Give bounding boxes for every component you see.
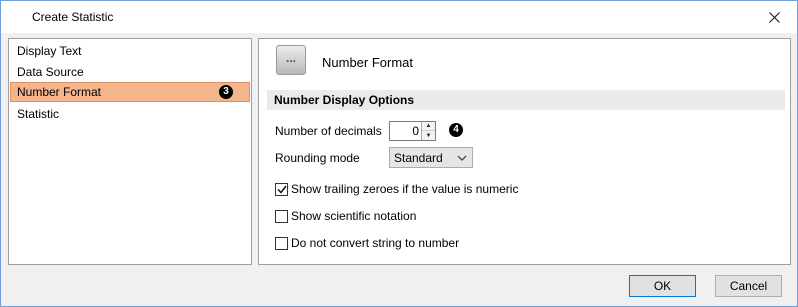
nav-item-label: Display Text [17, 44, 82, 58]
checkbox-label: Show trailing zeroes if the value is num… [291, 182, 519, 196]
nav-item-label: Statistic [17, 107, 60, 121]
close-button[interactable] [751, 1, 797, 33]
rounding-mode-select[interactable]: Standard [389, 147, 473, 168]
number-format-panel: ... Number Format Number Display Options… [258, 38, 791, 265]
nav-item-display-text[interactable]: Display Text [10, 41, 250, 61]
checkbox-box[interactable] [275, 209, 288, 223]
section-header: Number Display Options [267, 90, 785, 110]
close-icon [768, 11, 780, 23]
checkbox-label: Show scientific notation [291, 209, 417, 223]
checkbox-box[interactable] [275, 236, 288, 250]
checkmark-icon [276, 185, 287, 194]
checkbox-label: Do not convert string to number [291, 236, 460, 250]
category-list: Display Text Data Source Number Format 3… [8, 38, 252, 265]
rounding-mode-value: Standard [394, 151, 443, 165]
stepper-up-icon[interactable]: ▲ [422, 122, 435, 131]
decimals-value: 0 [412, 124, 419, 138]
decimals-stepper[interactable]: 0 ▲ ▼ [389, 121, 436, 141]
nav-item-data-source[interactable]: Data Source [10, 62, 250, 82]
nav-item-statistic[interactable]: Statistic [10, 104, 250, 124]
scientific-notation-checkbox[interactable]: Show scientific notation [275, 209, 416, 223]
rounding-label: Rounding mode [275, 151, 360, 165]
cancel-button[interactable]: Cancel [715, 275, 782, 297]
stepper-down-icon[interactable]: ▼ [422, 131, 435, 140]
trailing-zeroes-checkbox[interactable]: Show trailing zeroes if the value is num… [275, 182, 518, 196]
nav-item-label: Data Source [17, 65, 84, 79]
window-title: Create Statistic [32, 10, 114, 24]
number-format-icon: ... [276, 45, 306, 75]
create-statistic-dialog: Create Statistic Display Text Data Sourc… [0, 0, 798, 307]
chevron-down-icon [457, 155, 467, 161]
checkbox-box[interactable] [275, 182, 288, 196]
step-badge-4: 4 [449, 123, 463, 137]
step-badge-3: 3 [219, 85, 233, 99]
stepper-buttons: ▲ ▼ [421, 122, 435, 140]
panel-title: Number Format [322, 55, 414, 70]
decimals-label: Number of decimals [275, 124, 382, 138]
nav-item-number-format[interactable]: Number Format 3 [10, 82, 250, 102]
nav-item-label: Number Format [17, 85, 102, 99]
title-bar: Create Statistic [1, 1, 797, 33]
no-convert-string-checkbox[interactable]: Do not convert string to number [275, 236, 459, 250]
ok-button[interactable]: OK [629, 275, 696, 297]
